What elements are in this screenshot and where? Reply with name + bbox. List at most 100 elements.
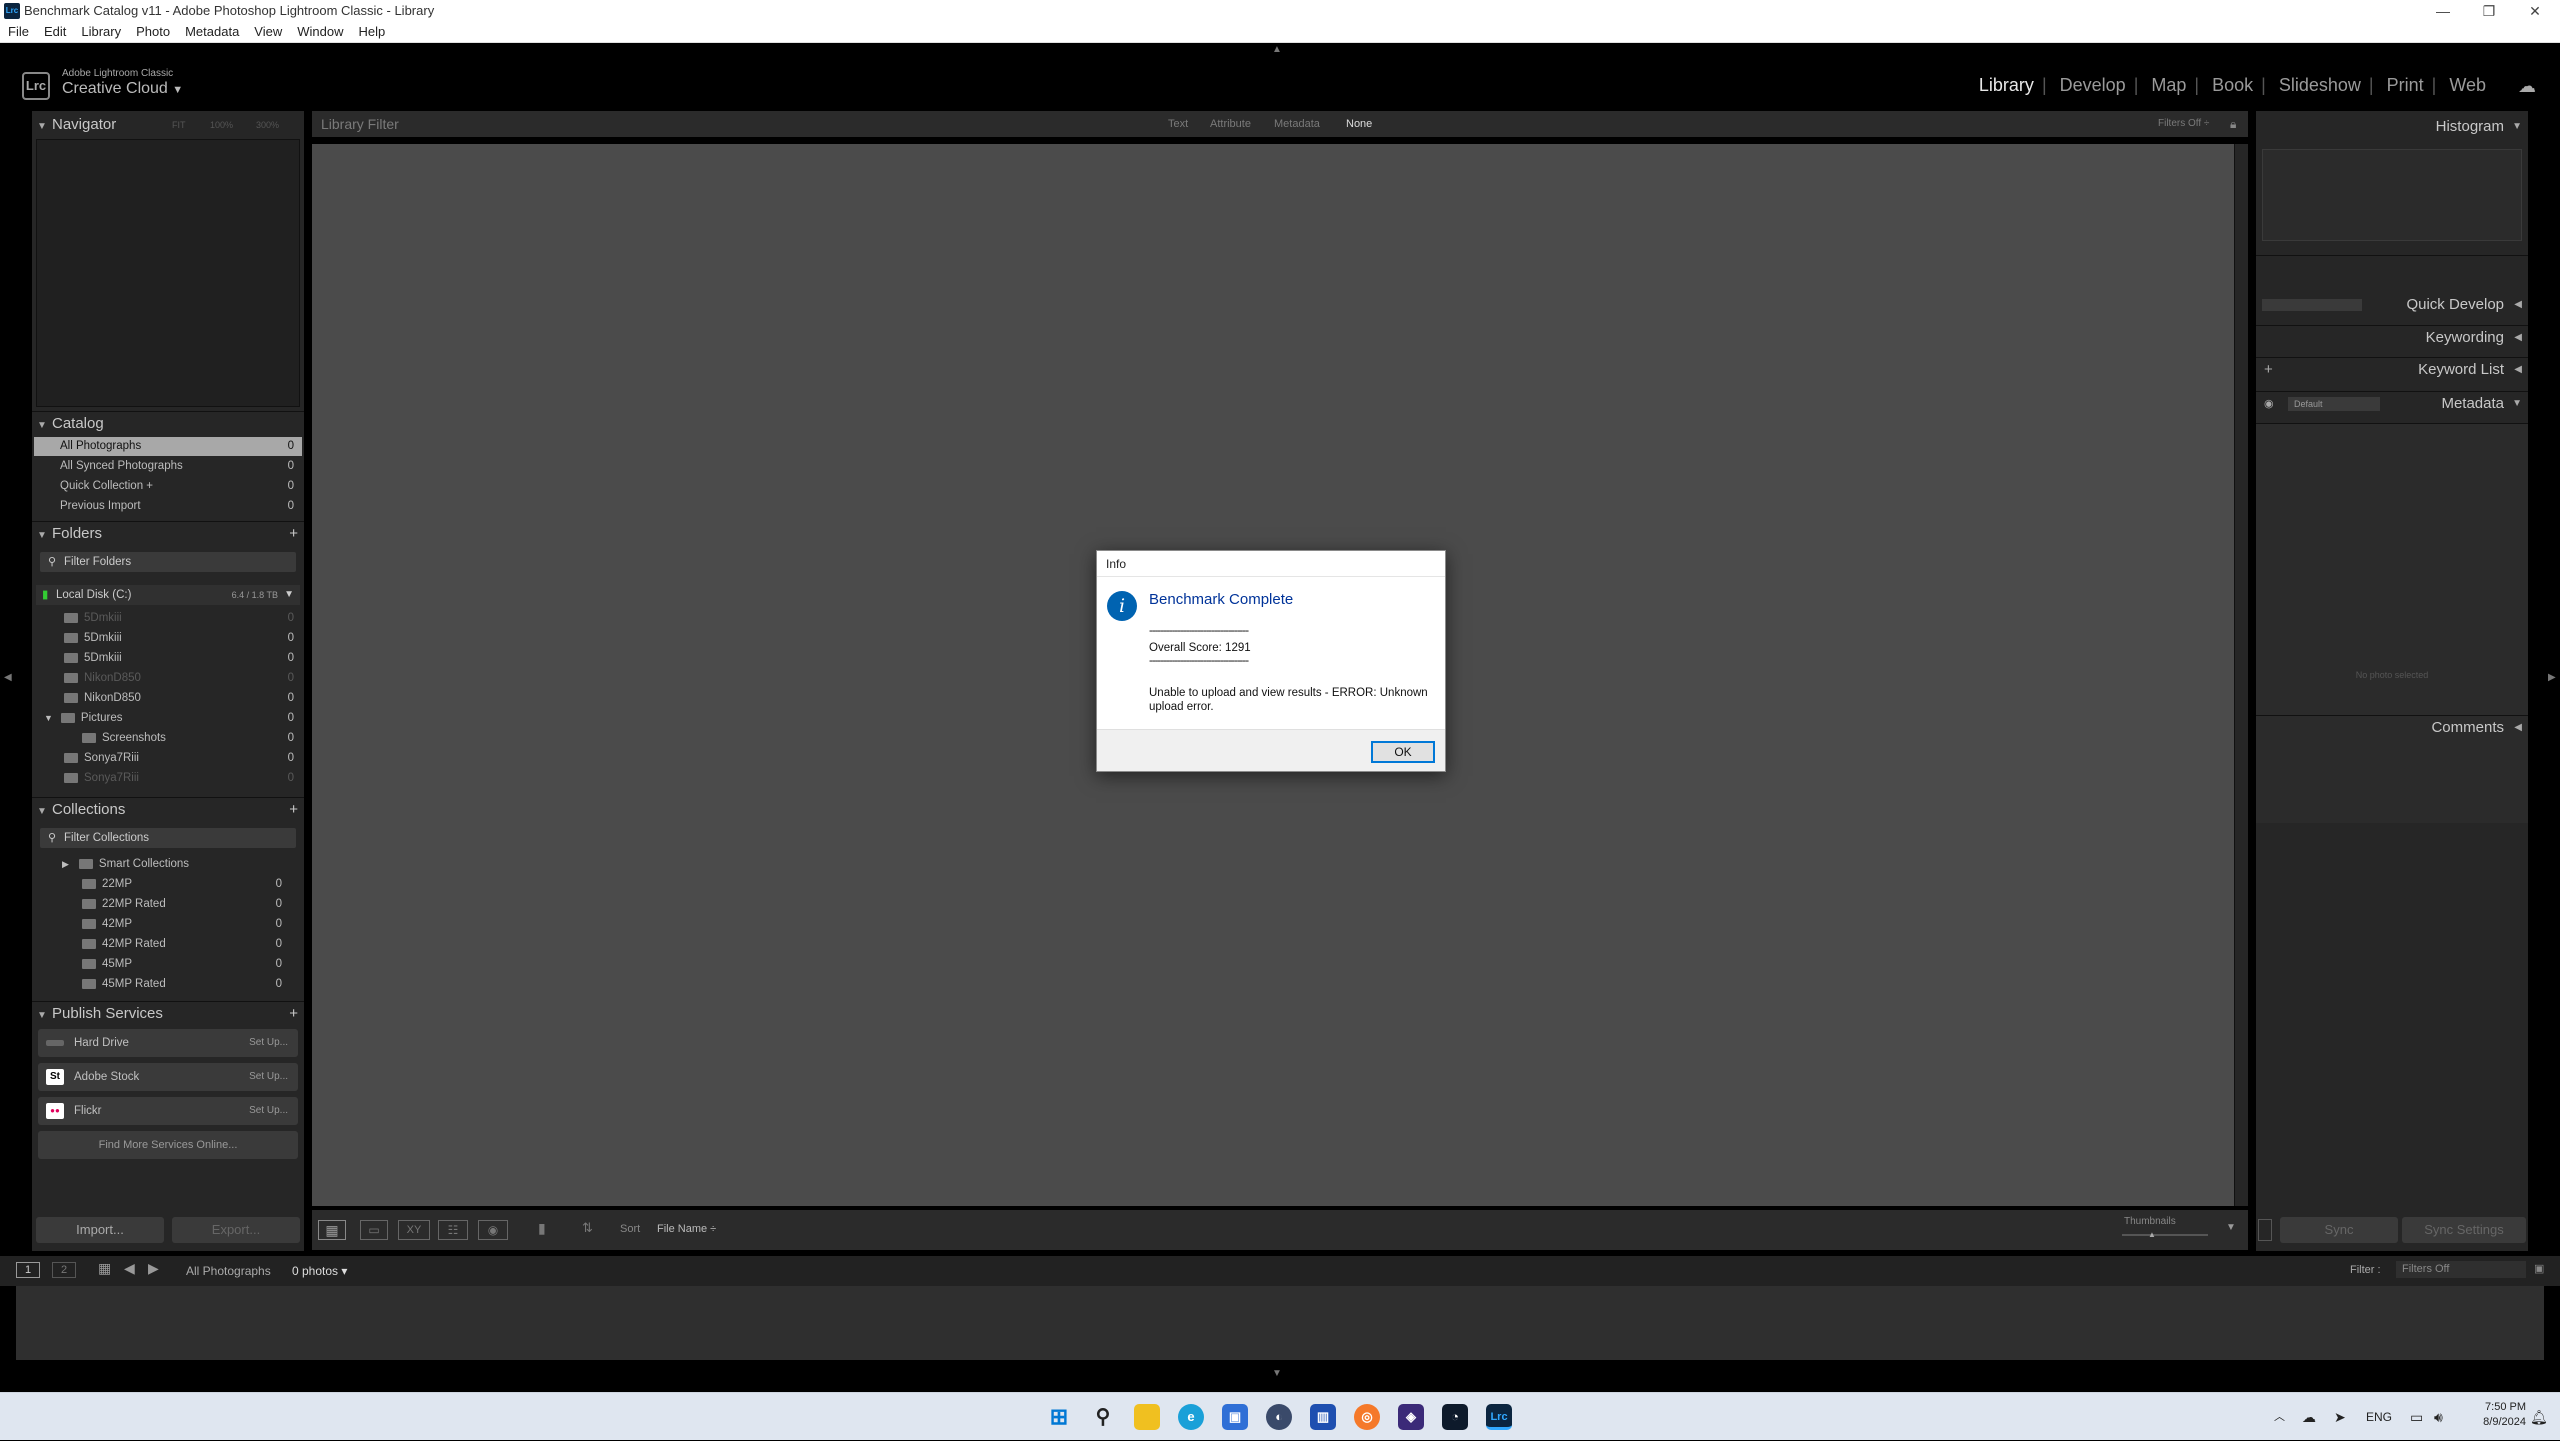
- sync-toggle-switch[interactable]: [2258, 1219, 2272, 1241]
- menu-edit[interactable]: Edit: [44, 22, 66, 42]
- location-icon[interactable]: ➤: [2334, 1393, 2346, 1441]
- chevron-down-icon[interactable]: ▼: [284, 585, 294, 605]
- filter-collections-input[interactable]: ⚲ Filter Collections: [40, 828, 296, 848]
- zoom-fit[interactable]: FIT: [172, 113, 186, 137]
- folder-item[interactable]: 5Dmkiii 0: [34, 649, 302, 668]
- survey-view-icon[interactable]: ☷: [438, 1220, 468, 1240]
- add-publish-service-button[interactable]: +: [289, 1002, 298, 1026]
- filter-none-tab[interactable]: None: [1346, 111, 1372, 137]
- menu-view[interactable]: View: [254, 22, 282, 42]
- add-collection-button[interactable]: +: [289, 798, 298, 822]
- brand-creative-cloud[interactable]: Creative Cloud ▼: [62, 80, 183, 98]
- loupe-view-icon[interactable]: ▭: [360, 1220, 388, 1240]
- module-web[interactable]: Web: [2449, 75, 2486, 95]
- hard-drive-setup-button[interactable]: Set Up...: [249, 1029, 288, 1057]
- folders-header[interactable]: ▼ Folders +: [32, 521, 304, 545]
- menu-window[interactable]: Window: [297, 22, 343, 42]
- app-icon[interactable]: ◐: [1266, 1404, 1292, 1430]
- folder-item[interactable]: Screenshots 0: [34, 729, 302, 748]
- thumbnail-size-slider[interactable]: [2122, 1234, 2208, 1236]
- catalog-all-photographs[interactable]: All Photographs 0: [34, 437, 302, 456]
- publish-services-header[interactable]: ▼ Publish Services +: [32, 1001, 304, 1025]
- module-book[interactable]: Book: [2212, 75, 2253, 95]
- cloud-sync-icon[interactable]: ☁: [2518, 76, 2536, 97]
- spray-can-icon[interactable]: ▮: [538, 1220, 546, 1237]
- grid-scrollbar[interactable]: [2234, 144, 2248, 1206]
- store-icon[interactable]: ▣: [1222, 1404, 1248, 1430]
- ok-button[interactable]: OK: [1371, 741, 1435, 763]
- folder-item[interactable]: NikonD850 0: [34, 689, 302, 708]
- forward-arrow-icon[interactable]: ▶: [148, 1260, 159, 1277]
- sort-direction-icon[interactable]: ⇅: [582, 1220, 593, 1236]
- menu-help[interactable]: Help: [359, 22, 386, 42]
- collapse-top-arrow-icon[interactable]: ▲: [1272, 44, 1282, 55]
- folder-item[interactable]: 5Dmkiii 0: [34, 629, 302, 648]
- edge-browser-icon[interactable]: e: [1178, 1404, 1204, 1430]
- quick-develop-header[interactable]: Quick Develop ◀: [2256, 293, 2528, 317]
- import-button[interactable]: Import...: [36, 1217, 164, 1243]
- flickr-setup-button[interactable]: Set Up...: [249, 1097, 288, 1125]
- smart-collections-set[interactable]: ▶ Smart Collections: [34, 855, 302, 874]
- navigator-preview[interactable]: [36, 139, 300, 407]
- tray-overflow-icon[interactable]: ︿: [2274, 1393, 2285, 1441]
- language-indicator[interactable]: ENG: [2366, 1393, 2392, 1441]
- window-1-button[interactable]: 1: [16, 1262, 40, 1278]
- local-disk-volume[interactable]: ▮ Local Disk (C:) 6.4 / 1.8 TB ▼: [36, 585, 300, 605]
- export-button[interactable]: Export...: [172, 1217, 300, 1243]
- notification-bell-icon[interactable]: 🔔︎: [2530, 1393, 2548, 1441]
- module-map[interactable]: Map: [2151, 75, 2186, 95]
- filters-off-dropdown[interactable]: Filters Off ÷: [2158, 111, 2209, 137]
- right-panel-toggle-icon[interactable]: ▶: [2548, 672, 2556, 683]
- toolbar-menu-chevron-icon[interactable]: ▼: [2226, 1222, 2236, 1233]
- menu-photo[interactable]: Photo: [136, 22, 170, 42]
- catalog-quick-collection[interactable]: Quick Collection +0: [34, 477, 302, 496]
- eye-icon[interactable]: ◉: [2264, 392, 2274, 416]
- catalog-header[interactable]: ▼ Catalog: [32, 411, 304, 435]
- people-view-icon[interactable]: ◉: [478, 1220, 508, 1240]
- lightroom-taskbar-icon[interactable]: Lrc: [1486, 1404, 1512, 1430]
- filter-attribute-tab[interactable]: Attribute: [1210, 111, 1251, 137]
- publish-hard-drive[interactable]: Hard Drive Set Up...: [38, 1029, 298, 1057]
- clock[interactable]: 7:50 PM 8/9/2024: [2466, 1401, 2526, 1428]
- folder-item[interactable]: NikonD850 0: [34, 669, 302, 688]
- sync-button[interactable]: Sync: [2280, 1217, 2398, 1243]
- catalog-previous-import[interactable]: Previous Import 0: [34, 497, 302, 516]
- slider-thumb[interactable]: ▲: [2148, 1230, 2156, 1239]
- collapse-bottom-arrow-icon[interactable]: ▼: [1272, 1368, 1282, 1379]
- publish-flickr[interactable]: ●● Flickr Set Up...: [38, 1097, 298, 1125]
- window-2-button[interactable]: 2: [52, 1262, 76, 1278]
- blender-icon[interactable]: ◎: [1354, 1404, 1380, 1430]
- zoom-100[interactable]: 100%: [210, 113, 233, 137]
- filmstrip-filter-dropdown[interactable]: Filters Off: [2396, 1261, 2526, 1278]
- menu-library[interactable]: Library: [81, 22, 121, 42]
- module-slideshow[interactable]: Slideshow: [2279, 75, 2361, 95]
- file-explorer-icon[interactable]: [1134, 1404, 1160, 1430]
- close-icon[interactable]: ✕: [2512, 0, 2558, 22]
- minimize-icon[interactable]: —: [2420, 0, 2466, 22]
- collection-item[interactable]: 45MP Rated 0: [34, 975, 302, 994]
- collection-item[interactable]: 22MP Rated 0: [34, 895, 302, 914]
- add-keyword-button[interactable]: +: [2264, 358, 2273, 382]
- folder-item[interactable]: 5Dmkiii 0: [34, 609, 302, 628]
- navigator-header[interactable]: ▼ Navigator FIT 100% 300%: [32, 113, 304, 137]
- metadata-header[interactable]: ◉ Default Metadata ▼: [2256, 391, 2528, 415]
- photo-count-dropdown[interactable]: 0 photos ▾: [292, 1264, 347, 1278]
- folder-item[interactable]: Sonya7Riii 0: [34, 749, 302, 768]
- metadata-preset-dropdown[interactable]: Default: [2288, 397, 2380, 411]
- lock-icon[interactable]: 🔒︎: [2230, 111, 2236, 137]
- chart-app-icon[interactable]: ▥: [1310, 1404, 1336, 1430]
- keywording-header[interactable]: Keywording ◀: [2256, 325, 2528, 349]
- network-icon[interactable]: ▭: [2410, 1393, 2423, 1441]
- left-panel-toggle-icon[interactable]: ◀: [4, 672, 12, 683]
- back-arrow-icon[interactable]: ◀: [124, 1260, 135, 1277]
- sync-settings-button[interactable]: Sync Settings: [2402, 1217, 2526, 1243]
- folder-item-pictures[interactable]: ▼ Pictures 0: [34, 709, 302, 728]
- module-develop[interactable]: Develop: [2060, 75, 2126, 95]
- adobe-stock-setup-button[interactable]: Set Up...: [249, 1063, 288, 1091]
- collection-item[interactable]: 22MP 0: [34, 875, 302, 894]
- sort-dropdown[interactable]: File Name ÷: [657, 1223, 716, 1235]
- histogram-header[interactable]: Histogram ▼: [2256, 115, 2528, 139]
- filmstrip-source[interactable]: All Photographs: [186, 1264, 271, 1278]
- collection-item[interactable]: 42MP Rated 0: [34, 935, 302, 954]
- search-icon[interactable]: ⚲: [1090, 1404, 1116, 1430]
